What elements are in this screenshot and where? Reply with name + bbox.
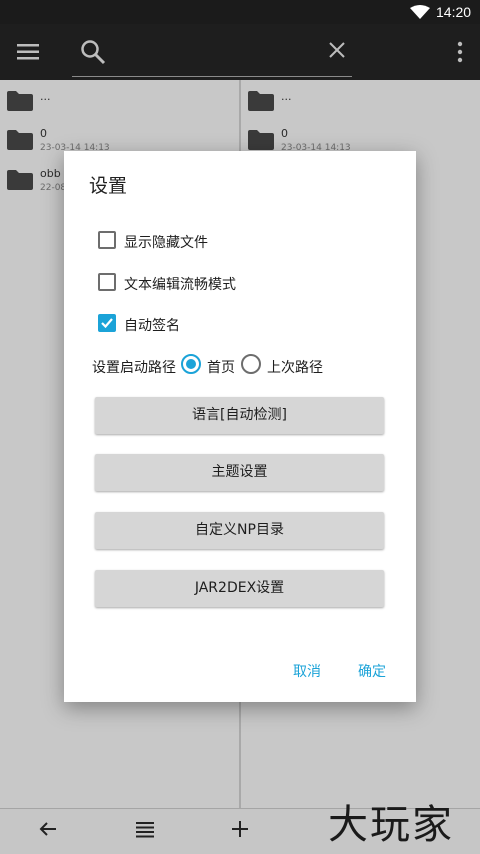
radio-last-path-label[interactable]: 上次路径 <box>267 357 323 377</box>
list-icon[interactable] <box>135 819 155 839</box>
list-item[interactable]: ... <box>0 84 239 126</box>
close-icon[interactable] <box>328 41 346 59</box>
folder-icon <box>7 130 33 150</box>
cancel-button[interactable]: 取消 <box>293 661 321 681</box>
custom-np-dir-button[interactable]: 自定义NP目录 <box>95 512 384 549</box>
status-bar: 14:20 <box>0 0 480 24</box>
dialog-title: 设置 <box>89 175 128 197</box>
checkbox[interactable] <box>98 273 116 291</box>
plus-icon[interactable] <box>230 819 250 839</box>
watermark: 大玩家 <box>328 802 454 848</box>
theme-settings-button[interactable]: 主题设置 <box>95 454 384 491</box>
option-label: 显示隐藏文件 <box>124 235 208 251</box>
wifi-icon <box>410 5 430 19</box>
folder-icon <box>248 130 274 150</box>
radio-last-path[interactable] <box>241 354 261 374</box>
folder-icon <box>248 91 274 111</box>
file-date: 22-08 <box>40 183 67 193</box>
file-name: ... <box>40 90 51 103</box>
arrow-left-icon[interactable] <box>38 819 58 839</box>
language-button[interactable]: 语言[自动检测] <box>95 397 384 434</box>
list-item[interactable]: ... <box>241 84 480 126</box>
checkbox[interactable] <box>98 231 116 249</box>
jar2dex-settings-button[interactable]: JAR2DEX设置 <box>95 570 384 607</box>
menu-icon[interactable] <box>17 43 39 61</box>
option-label: 文本编辑流畅模式 <box>124 277 236 293</box>
file-name: obb <box>40 167 61 180</box>
search-icon[interactable] <box>80 39 106 65</box>
check-icon <box>101 318 113 329</box>
folder-icon <box>7 170 33 190</box>
settings-dialog: 设置 显示隐藏文件 文本编辑流畅模式 自动签名 设置启动路径 首页 上次路径 语… <box>64 151 416 702</box>
confirm-button[interactable]: 确定 <box>358 661 386 681</box>
file-name: 0 <box>40 127 47 140</box>
status-time: 14:20 <box>436 4 472 20</box>
radio-home-label[interactable]: 首页 <box>207 357 235 377</box>
search-input[interactable] <box>72 76 352 77</box>
checkbox-checked[interactable] <box>98 314 116 332</box>
top-toolbar <box>0 24 480 80</box>
folder-icon <box>7 91 33 111</box>
file-name: 0 <box>281 127 288 140</box>
radio-home[interactable] <box>181 354 201 374</box>
option-label: 自动签名 <box>124 318 180 334</box>
file-name: ... <box>281 90 292 103</box>
more-vert-icon[interactable] <box>455 41 465 63</box>
start-path-label: 设置启动路径 <box>92 360 176 376</box>
